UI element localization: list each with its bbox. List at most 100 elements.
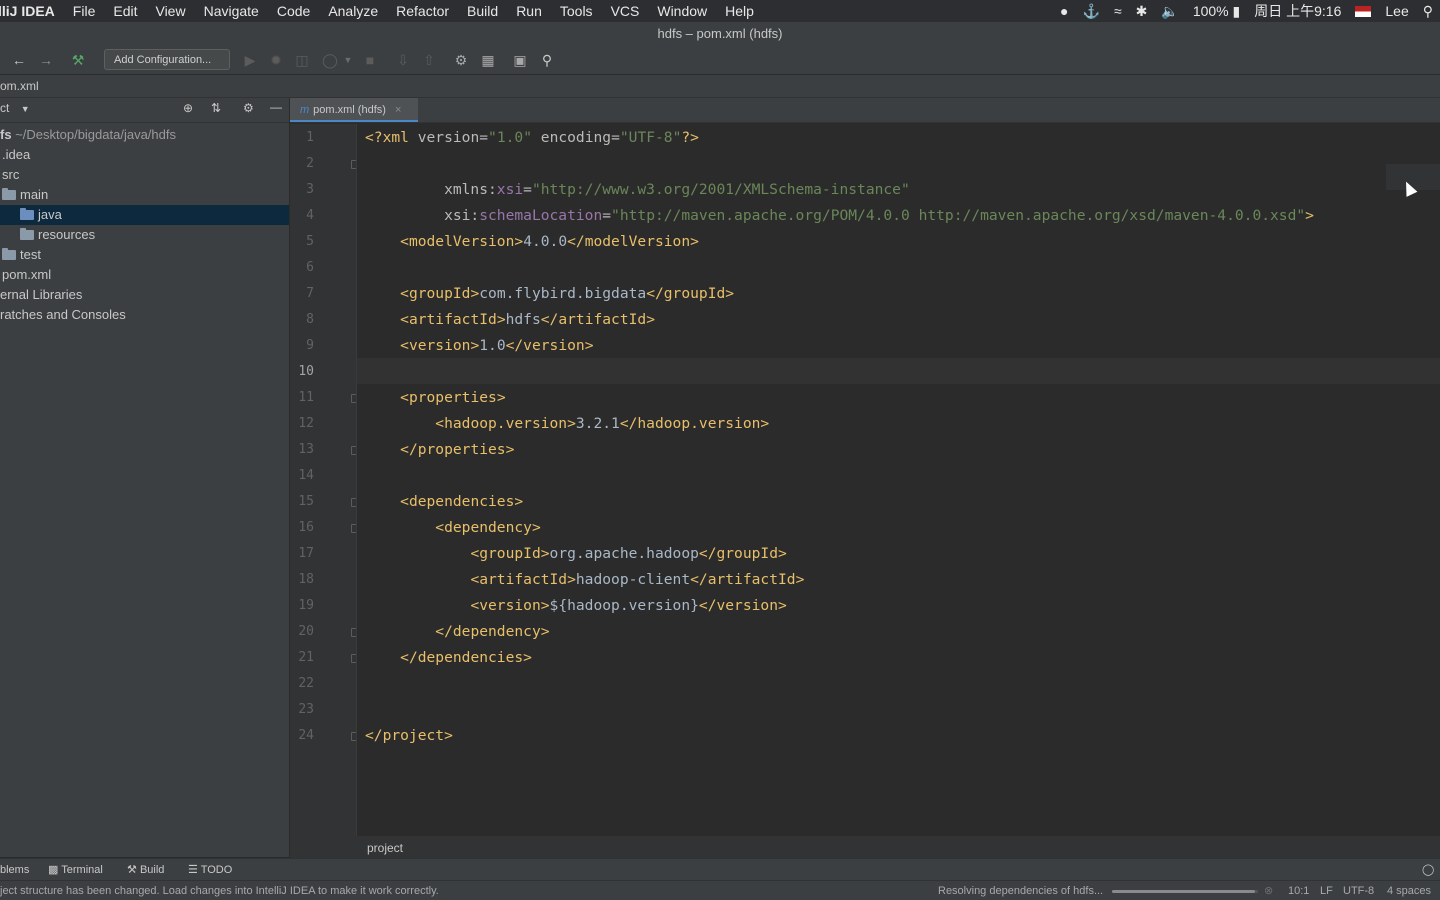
menu-analyze[interactable]: Analyze <box>319 0 387 22</box>
tree-row-java[interactable]: java <box>0 205 289 225</box>
todo-list-icon: ☰ <box>188 864 198 876</box>
tree-row-project-root[interactable]: fs ~/Desktop/bigdata/java/hdfs <box>0 125 289 145</box>
nav-file-crumb[interactable]: om.xml <box>0 79 39 93</box>
caret-position[interactable]: 10:1 <box>1288 881 1309 900</box>
menu-window[interactable]: Window <box>648 0 716 22</box>
clock[interactable]: 周日 上午9:16 <box>1254 1 1341 21</box>
spotlight-search-icon[interactable]: ⚲ <box>1423 3 1433 20</box>
gear-icon[interactable]: ⚙ <box>243 101 254 115</box>
close-icon[interactable]: × <box>395 104 401 116</box>
file-encoding[interactable]: UTF-8 <box>1343 881 1374 900</box>
project-view-selector[interactable]: ct ▼ <box>0 101 30 115</box>
docker-icon[interactable]: ⚓ <box>1083 3 1100 20</box>
wifi-icon[interactable]: ≈ <box>1114 3 1122 19</box>
line-number: 7 <box>306 286 314 301</box>
line-number: 23 <box>298 702 314 717</box>
tree-row-idea[interactable]: .idea <box>0 145 289 165</box>
project-structure-icon[interactable]: ▦ <box>479 51 497 69</box>
tree-row-pom[interactable]: pom.xml <box>0 265 289 285</box>
tool-problems[interactable]: blems <box>0 859 29 881</box>
input-source-flag-icon[interactable] <box>1355 5 1372 17</box>
back-arrow-icon[interactable]: ← <box>10 51 28 69</box>
app-menu[interactable]: lliJ IDEA <box>0 0 64 22</box>
line-number: 11 <box>298 390 314 405</box>
battery-indicator[interactable]: 100% ▮ <box>1193 3 1240 20</box>
debug-icon[interactable]: ✹ <box>267 51 285 69</box>
line-number: 6 <box>306 260 314 275</box>
window-title: hdfs – pom.xml (hdfs) <box>0 22 1440 46</box>
volume-icon[interactable]: 🔈 <box>1161 3 1178 20</box>
tree-row-test[interactable]: test <box>0 245 289 265</box>
code-editor[interactable]: <?xml version="1.0" encoding="UTF-8"?> x… <box>356 124 1440 836</box>
menu-code[interactable]: Code <box>268 0 319 22</box>
menu-refactor[interactable]: Refactor <box>387 0 458 22</box>
tree-row-external-libraries[interactable]: ernal Libraries <box>0 285 289 305</box>
line-number: 14 <box>298 468 314 483</box>
background-task-label[interactable]: Resolving dependencies of hdfs... <box>938 881 1103 900</box>
wrench-settings-icon[interactable]: ⚙ <box>452 51 470 69</box>
line-number: 12 <box>298 416 314 431</box>
commit-icon[interactable]: ⇧ <box>420 51 438 69</box>
status-message[interactable]: ject structure has been changed. Load ch… <box>0 881 439 900</box>
menu-edit[interactable]: Edit <box>104 0 146 22</box>
tree-row-scratches[interactable]: ratches and Consoles <box>0 305 289 325</box>
code-line: <properties> <box>400 389 506 406</box>
line-separator[interactable]: LF <box>1320 881 1333 900</box>
tree-label: fs <box>0 127 12 142</box>
build-hammer-icon[interactable]: ⚒ <box>69 51 87 69</box>
tool-todo[interactable]: ☰ TODO <box>188 859 232 881</box>
update-icon[interactable]: ⇩ <box>394 51 412 69</box>
menu-navigate[interactable]: Navigate <box>195 0 268 22</box>
resources-folder-icon <box>20 228 34 240</box>
menu-vcs[interactable]: VCS <box>602 0 649 22</box>
tree-label: .idea <box>2 147 31 162</box>
menu-tools[interactable]: Tools <box>551 0 602 22</box>
bluetooth-icon[interactable]: ✱ <box>1136 3 1148 20</box>
line-number: 21 <box>298 650 314 665</box>
run-icon[interactable]: ▶ <box>241 51 259 69</box>
add-configuration-button[interactable]: Add Configuration... <box>104 49 230 70</box>
coverage-icon[interactable]: ◫ <box>293 51 311 69</box>
minimize-panel-icon[interactable]: — <box>270 100 282 114</box>
user-menu[interactable]: Lee <box>1385 3 1408 19</box>
tree-row-resources[interactable]: resources <box>0 225 289 245</box>
menu-file[interactable]: File <box>64 0 105 22</box>
project-view-label: ct <box>0 101 10 115</box>
code-line: </dependency> <box>435 623 550 640</box>
locate-target-icon[interactable]: ⊕ <box>183 101 193 115</box>
tree-label: java <box>38 207 62 222</box>
menu-view[interactable]: View <box>146 0 194 22</box>
tree-row-src[interactable]: src <box>0 165 289 185</box>
line-number: 16 <box>298 520 314 535</box>
event-log-icon[interactable]: ◯ <box>1422 859 1434 881</box>
battery-percent: 100% <box>1192 2 1229 19</box>
stop-icon[interactable]: ■ <box>361 51 379 69</box>
record-icon[interactable]: ● <box>1060 3 1068 19</box>
chevron-down-icon[interactable]: ▼ <box>339 51 357 69</box>
breadcrumb-project[interactable]: project <box>367 837 403 859</box>
tab-pom-xml[interactable]: m pom.xml (hdfs) × <box>290 98 418 122</box>
current-line-highlight <box>357 358 1440 384</box>
menu-run[interactable]: Run <box>507 0 551 22</box>
tree-row-main[interactable]: main <box>0 185 289 205</box>
status-menus: ● ⚓ ≈ ✱ 🔈 100% ▮ 周日 上午9:16 Lee ⚲ <box>1053 0 1440 22</box>
menu-build[interactable]: Build <box>458 0 507 22</box>
tab-label: pom.xml (hdfs) <box>313 104 386 116</box>
editor-tab-bar: m pom.xml (hdfs) × <box>290 98 1440 123</box>
battery-icon: ▮ <box>1232 2 1241 19</box>
profile-icon[interactable]: ◯ <box>321 51 339 69</box>
tool-terminal[interactable]: ▩ Terminal <box>48 859 103 881</box>
collapse-all-icon[interactable]: ⇅ <box>211 101 221 115</box>
search-icon[interactable]: ⚲ <box>538 51 556 69</box>
folder-icon <box>2 248 16 260</box>
tool-build[interactable]: ⚒ Build <box>127 859 164 881</box>
line-number: 9 <box>306 338 314 353</box>
forward-arrow-icon[interactable]: → <box>37 51 55 69</box>
indent-setting[interactable]: 4 spaces <box>1387 881 1431 900</box>
cancel-task-icon[interactable]: ⊗ <box>1264 881 1273 900</box>
line-number: 5 <box>306 234 314 249</box>
presentation-icon[interactable]: ▣ <box>511 51 529 69</box>
menu-help[interactable]: Help <box>716 0 763 22</box>
terminal-icon: ▩ <box>48 864 59 876</box>
line-number: 18 <box>298 572 314 587</box>
